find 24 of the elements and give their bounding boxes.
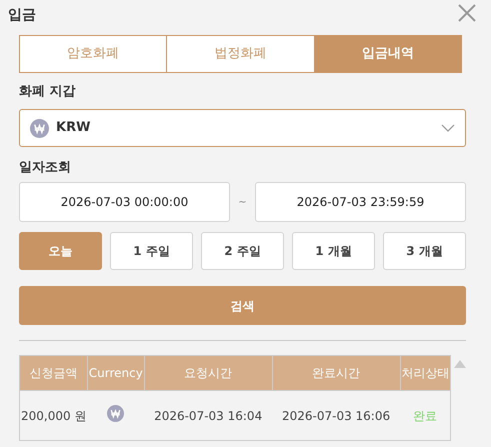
field-label: 일자조회 xyxy=(19,159,72,177)
period-button[interactable]: 3 개월 xyxy=(383,232,466,270)
table-cell: 200,000 원 xyxy=(20,390,88,440)
table-cell: 2026-07-03 16:06 xyxy=(272,390,400,440)
end-date-field[interactable]: 2026-07-03 23:59:59 xyxy=(255,182,466,222)
column-header: 완료시간 xyxy=(272,356,400,390)
status-cell: 완료 xyxy=(400,390,450,440)
scroll-up-icon[interactable] xyxy=(454,360,466,368)
won-coin-icon xyxy=(107,404,124,422)
column-header: 처리상태 xyxy=(400,356,450,390)
period-button[interactable]: 2 주일 xyxy=(201,232,284,270)
field-label: 화폐 지갑 xyxy=(19,83,77,101)
column-header: 신청금액 xyxy=(20,356,88,390)
start-date-field[interactable]: 2026-07-03 00:00:00 xyxy=(19,182,230,222)
period-button[interactable]: 1 주일 xyxy=(110,232,193,270)
period-button[interactable]: 1 개월 xyxy=(292,232,375,270)
range-separator: ~ xyxy=(237,196,248,210)
column-header: Currency xyxy=(87,356,144,390)
table-cell: 2026-07-03 16:04 xyxy=(144,390,272,440)
currency-select[interactable]: KRW xyxy=(19,109,466,147)
column-header: 요청시간 xyxy=(144,356,272,390)
chevron-down-icon xyxy=(441,124,455,132)
won-coin-icon xyxy=(30,118,49,138)
dialog-title: 입금 xyxy=(8,6,36,25)
